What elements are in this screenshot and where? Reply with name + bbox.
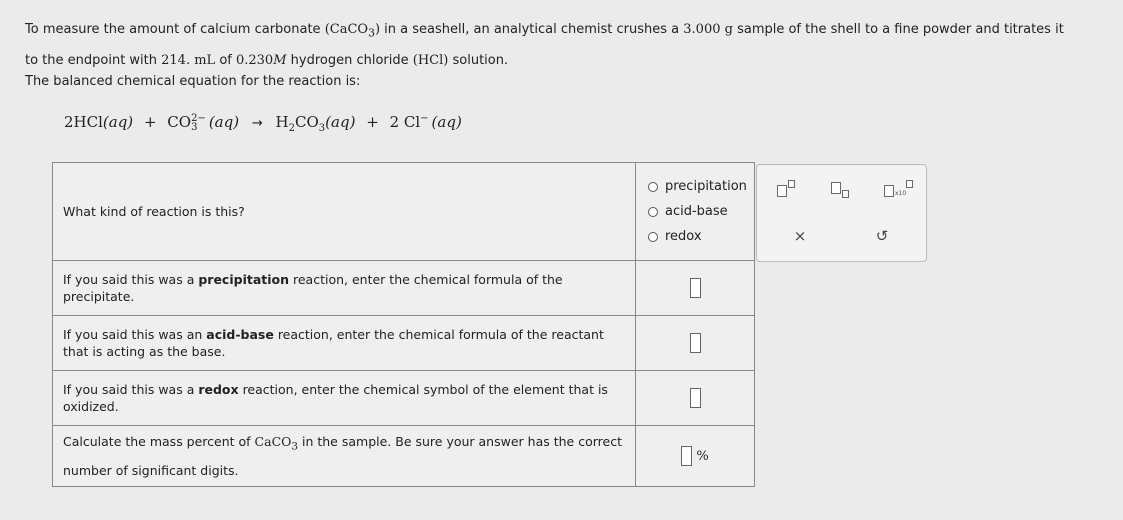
sci-base-icon	[884, 185, 894, 197]
table-row: If you said this was a precipitation rea…	[52, 260, 755, 316]
precipitate-formula-input[interactable]	[689, 278, 701, 298]
table-row: If you said this was an acid-base reacti…	[52, 315, 755, 371]
equation-intro: The balanced chemical equation for the r…	[25, 74, 361, 89]
clear-button[interactable]: ×	[785, 223, 815, 249]
radio-label: redox	[665, 229, 702, 244]
titrant-concentration: 0.230	[235, 52, 274, 68]
superscript-exponent-icon	[788, 180, 795, 188]
question-table: What kind of reaction is this? precipita…	[52, 162, 755, 487]
balanced-equation: 2HCl(aq) + CO 2− 3 (aq) → H2CO3(aq) + 2 Cl−…	[64, 113, 462, 134]
mass-percent-input[interactable]	[681, 446, 693, 466]
oxidized-element-prompt: If you said this was a redox reaction, e…	[52, 370, 636, 426]
problem-text: of	[215, 52, 236, 68]
radio-circle-icon[interactable]	[648, 231, 658, 242]
problem-text: To measure the amount of calcium carbona…	[25, 22, 325, 37]
problem-statement: To measure the amount of calcium carbona…	[25, 16, 1115, 74]
reaction-kind-options: precipitation acid-base redox	[635, 162, 755, 261]
problem-text: in a seashell, an analytical chemist cru…	[380, 22, 684, 37]
hcl-formula: (HCl)	[412, 52, 449, 68]
subscript-index-icon	[842, 190, 849, 198]
radio-circle-icon[interactable]	[648, 181, 658, 192]
radio-label: acid-base	[665, 204, 728, 219]
x10-label: x10	[895, 190, 907, 197]
radio-label: precipitation	[665, 179, 747, 194]
radio-acid-base[interactable]: acid-base	[648, 199, 754, 224]
problem-text: to the endpoint with	[25, 52, 162, 68]
mass-percent-prompt: Calculate the mass percent of CaCO3 in t…	[52, 425, 636, 487]
sci-exponent-icon	[906, 180, 913, 188]
math-toolbox: x10 × ↺	[756, 164, 927, 262]
superscript-tool-button[interactable]	[771, 177, 801, 201]
radio-redox[interactable]: redox	[648, 224, 754, 249]
caco3-formula: (CaCO3)	[324, 22, 381, 40]
base-reactant-prompt: If you said this was an acid-base reacti…	[52, 315, 636, 371]
precipitate-prompt: If you said this was a precipitation rea…	[52, 260, 636, 316]
problem-text: hydrogen chloride	[286, 52, 413, 68]
radio-precipitation[interactable]: precipitation	[648, 174, 754, 199]
reaction-arrow: →	[251, 116, 263, 131]
scientific-notation-tool-button[interactable]: x10	[879, 177, 917, 201]
undo-icon: ↺	[875, 227, 889, 245]
subscript-base-icon	[831, 182, 841, 194]
reaction-kind-prompt: What kind of reaction is this?	[52, 162, 636, 261]
subscript-tool-button[interactable]	[825, 177, 855, 201]
undo-button[interactable]: ↺	[867, 223, 897, 249]
titrant-volume: 214. mL	[161, 52, 216, 68]
percent-unit: %	[696, 448, 709, 464]
base-formula-input[interactable]	[689, 333, 701, 353]
oxidized-element-input[interactable]	[689, 388, 701, 408]
table-row: What kind of reaction is this? precipita…	[52, 162, 755, 261]
sample-mass: 3.000 g	[683, 22, 733, 37]
close-icon: ×	[793, 227, 807, 245]
radio-circle-icon[interactable]	[648, 206, 658, 217]
table-row: If you said this was a redox reaction, e…	[52, 370, 755, 426]
superscript-base-icon	[777, 185, 787, 197]
molarity-unit: M	[273, 52, 287, 68]
problem-text: sample of the shell to a fine powder and…	[732, 22, 1064, 37]
problem-text: solution.	[448, 52, 509, 68]
table-row: Calculate the mass percent of CaCO3 in t…	[52, 425, 755, 487]
